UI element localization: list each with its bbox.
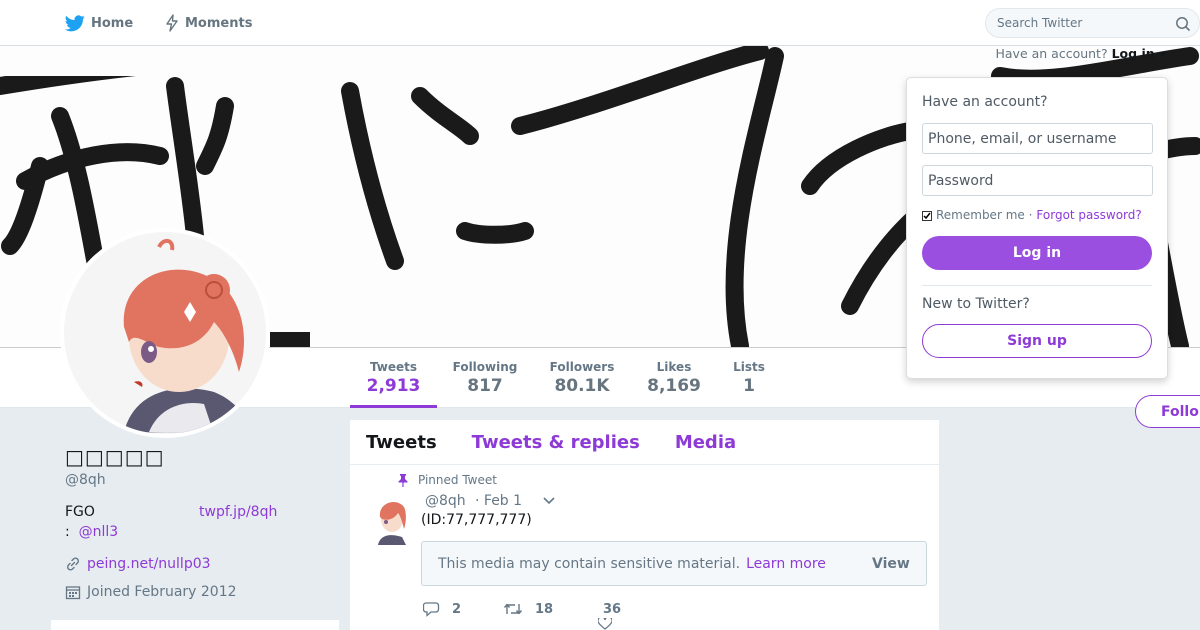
login-button[interactable]: Log in bbox=[922, 236, 1152, 270]
stat-value: 817 bbox=[467, 376, 503, 396]
avatar-illustration bbox=[64, 232, 266, 434]
twitter-bird-icon bbox=[65, 14, 85, 31]
like-count: 36 bbox=[603, 601, 622, 617]
stat-likes[interactable]: Likes 8,169 bbox=[640, 348, 708, 408]
stat-followers[interactable]: Followers 80.1K bbox=[543, 348, 621, 408]
signup-button[interactable]: Sign up bbox=[922, 324, 1152, 358]
nav-moments-label: Moments bbox=[185, 15, 253, 31]
lightning-icon bbox=[166, 14, 178, 32]
profile-handle[interactable]: @8qh bbox=[65, 472, 106, 488]
tab-media[interactable]: Media bbox=[675, 432, 736, 453]
stat-following[interactable]: Following 817 bbox=[446, 348, 524, 408]
stat-label: Following bbox=[452, 360, 518, 374]
bio-line-mention: : @nll3 bbox=[65, 524, 118, 540]
stat-label: Followers bbox=[549, 360, 615, 374]
bio-link[interactable]: twpf.jp/8qh bbox=[199, 504, 277, 520]
have-account-prompt: Have an account? Log in bbox=[995, 45, 1167, 61]
pin-icon bbox=[398, 473, 408, 487]
search-box[interactable] bbox=[985, 8, 1200, 38]
nav-home-label: Home bbox=[91, 15, 134, 31]
tweet-handle[interactable]: @8qh bbox=[425, 493, 466, 509]
timeline: Tweets Tweets & replies Media Pinned Twe… bbox=[350, 420, 939, 630]
retweet-icon bbox=[503, 603, 523, 615]
stat-label: Likes bbox=[656, 360, 692, 374]
tab-tweets[interactable]: Tweets bbox=[366, 432, 437, 453]
caret-down-icon bbox=[1159, 51, 1167, 57]
stat-label: Tweets bbox=[369, 360, 418, 374]
pinned-tweet-label: Pinned Tweet bbox=[398, 473, 497, 487]
sensitive-media-notice: This media may contain sensitive materia… bbox=[421, 541, 927, 586]
reply-action[interactable]: 2 bbox=[423, 601, 503, 617]
left-sidebar-card bbox=[51, 620, 339, 630]
tab-tweets-replies[interactable]: Tweets & replies bbox=[472, 432, 640, 453]
profile-url-link[interactable]: peing.net/nullp03 bbox=[87, 556, 211, 572]
dropdown-divider bbox=[922, 285, 1152, 286]
remember-me-checkbox[interactable] bbox=[922, 211, 932, 221]
stat-value: 80.1K bbox=[554, 376, 610, 396]
have-account-text: Have an account? bbox=[995, 45, 1108, 61]
heart-icon bbox=[598, 617, 612, 630]
retweet-action[interactable]: 18 bbox=[503, 602, 603, 617]
calendar-icon bbox=[65, 586, 81, 600]
tweet-avatar[interactable] bbox=[372, 493, 408, 545]
login-dropdown: Have an account? Remember me · Forgot pa… bbox=[906, 77, 1168, 379]
timeline-tabs: Tweets Tweets & replies Media bbox=[350, 420, 939, 465]
tweet-actions: 2 18 36 bbox=[423, 601, 622, 630]
learn-more-link[interactable]: Learn more bbox=[746, 556, 826, 572]
tweet-avatar-illustration bbox=[372, 493, 408, 545]
top-navigation-bar: Home Moments bbox=[0, 0, 1200, 46]
stat-value: 1 bbox=[743, 376, 755, 396]
profile-url-row: peing.net/nullp03 bbox=[65, 556, 211, 572]
login-link-label: Log in bbox=[1111, 45, 1155, 61]
profile-avatar[interactable] bbox=[60, 228, 270, 438]
profile-joined-row: Joined February 2012 bbox=[65, 584, 237, 600]
bio-mention-link[interactable]: @nll3 bbox=[79, 524, 119, 540]
bio-line: FGO bbox=[65, 504, 95, 520]
profile-name: □□□□□ bbox=[65, 445, 165, 469]
bio-prefix: : bbox=[65, 524, 70, 540]
link-icon bbox=[66, 557, 80, 571]
username-field[interactable] bbox=[922, 123, 1153, 154]
like-action[interactable]: 36 bbox=[598, 601, 622, 630]
sensitive-text: This media may contain sensitive materia… bbox=[438, 555, 741, 572]
remember-me-label: Remember me · bbox=[936, 208, 1033, 222]
forgot-password-link[interactable]: Forgot password? bbox=[1036, 208, 1141, 222]
retweet-count: 18 bbox=[535, 601, 554, 617]
login-dropdown-toggle[interactable]: Log in bbox=[1112, 46, 1167, 61]
remember-row: Remember me · Forgot password? bbox=[922, 208, 1142, 222]
chevron-down-icon[interactable] bbox=[542, 496, 556, 506]
stat-lists[interactable]: Lists 1 bbox=[727, 348, 771, 408]
nav-home[interactable]: Home bbox=[65, 0, 133, 46]
profile-joined-text: Joined February 2012 bbox=[87, 584, 237, 600]
pinned-label-text: Pinned Tweet bbox=[418, 473, 497, 487]
password-field[interactable] bbox=[922, 165, 1153, 196]
search-input[interactable] bbox=[997, 16, 1167, 30]
follow-button[interactable]: Follo bbox=[1135, 395, 1200, 428]
view-media-button[interactable]: View bbox=[872, 556, 910, 572]
nav-moments[interactable]: Moments bbox=[165, 0, 252, 46]
new-to-twitter-text: New to Twitter? bbox=[922, 296, 1030, 312]
stat-label: Lists bbox=[733, 360, 765, 374]
checkmark-icon bbox=[923, 212, 931, 220]
reply-count: 2 bbox=[452, 601, 462, 617]
stat-value: 8,169 bbox=[647, 376, 701, 396]
tweet-date[interactable]: · Feb 1 bbox=[475, 493, 522, 509]
stat-tweets[interactable]: Tweets 2,913 bbox=[350, 348, 437, 408]
reply-icon bbox=[423, 602, 440, 617]
login-dropdown-title: Have an account? bbox=[922, 94, 1048, 110]
tweet-text: (ID:77,777,777) bbox=[421, 512, 532, 528]
stat-value: 2,913 bbox=[366, 376, 421, 396]
search-icon[interactable] bbox=[1175, 16, 1191, 32]
